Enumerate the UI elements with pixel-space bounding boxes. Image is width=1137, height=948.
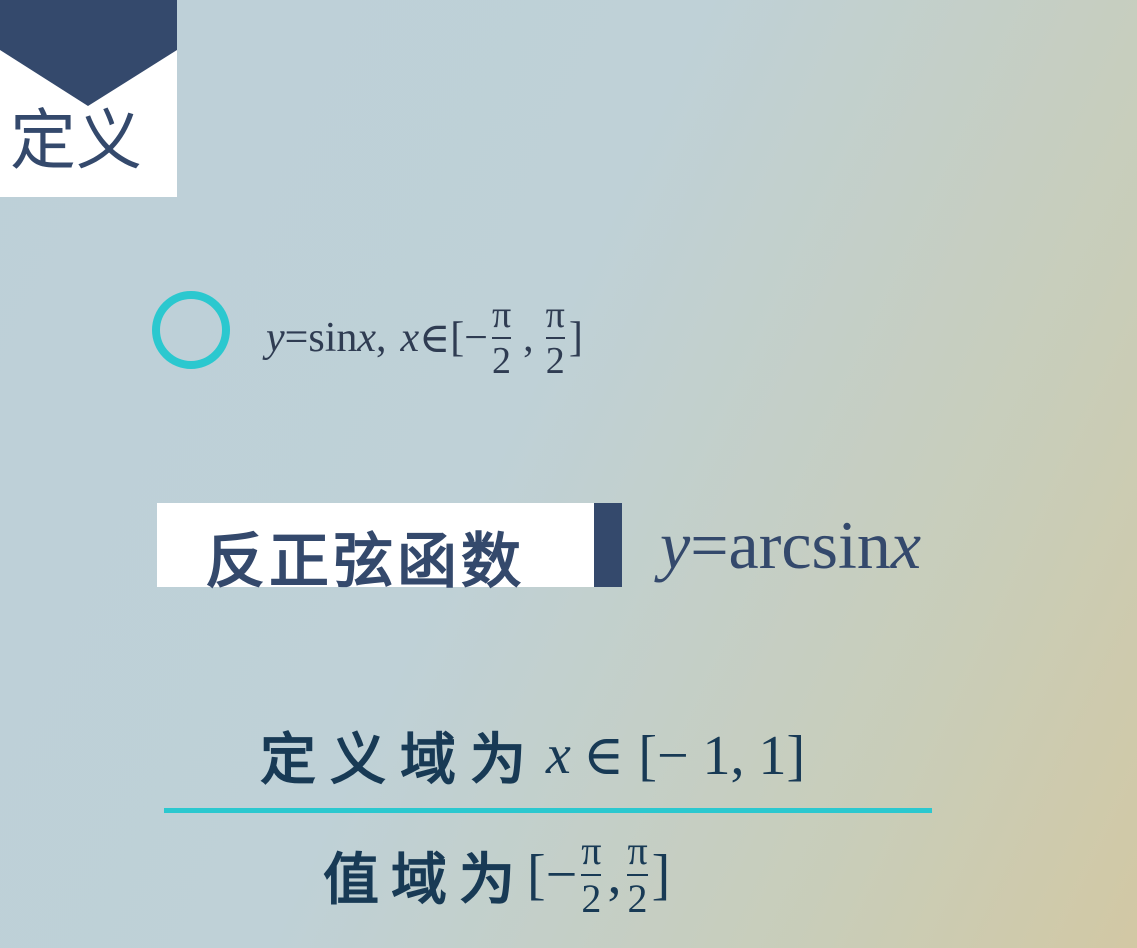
range-open: [− [527,844,578,906]
frac-bar [491,337,512,339]
section-title: 定义 [10,102,142,179]
range-statement: 值域为 [− π 2 , π 2 ] [323,830,670,920]
frac-denominator: 2 [545,340,565,382]
range-sep: , [607,844,622,906]
fraction-neg-pi-over-2: π 2 [491,294,512,382]
fraction-divider [164,808,932,813]
eq-sep: , [523,315,534,361]
domain-x: x [546,724,571,786]
frac-bar [545,337,565,339]
frac-numerator: π [545,294,565,336]
eq-comma: , [376,315,387,361]
eq-close: ] [568,315,583,361]
fraction-pi-over-2: π 2 [627,828,648,921]
range-label: 值域为 [323,847,527,913]
inverse-function-label-box: 反正弦函数 [157,503,594,597]
arcsin-formula: y =arcsin x [660,503,921,587]
range-close: ] [651,844,671,906]
eq-in: ∈ [419,316,451,362]
domain-statement: 定义域为 x ∈ [− 1, 1] [260,715,805,795]
eq-x: x [357,315,377,361]
formula-x: x [890,506,922,583]
label-accent-bar [594,503,622,587]
frac-denominator: 2 [627,876,648,921]
domain-label: 定义域为 [260,727,540,793]
formula-arcsin: =arcsin [690,506,891,583]
fraction-neg-pi-over-2: π 2 [581,828,602,921]
frac-denominator: 2 [581,876,602,921]
sine-restriction-equation: y =sin x , x ∈ [ − π 2 , π 2 ] [266,293,583,383]
formula-y: y [660,506,691,583]
eq-y: y [266,315,285,361]
inverse-function-label: 反正弦函数 [205,527,525,597]
eq-minus: − [464,315,488,361]
frac-numerator: π [627,828,648,873]
eq-x2: x [400,315,420,361]
section-badge: 定义 [0,0,177,197]
eq-open: [ [450,315,465,361]
domain-expression: ∈ [− 1, 1] [582,724,806,787]
frac-numerator: π [581,828,602,873]
chevron-banner-icon [0,0,177,106]
frac-denominator: 2 [492,340,512,382]
fraction-pi-over-2: π 2 [545,294,565,382]
frac-numerator: π [491,294,512,336]
eq-sin: =sin [284,315,358,361]
ring-bullet-icon [152,291,230,369]
